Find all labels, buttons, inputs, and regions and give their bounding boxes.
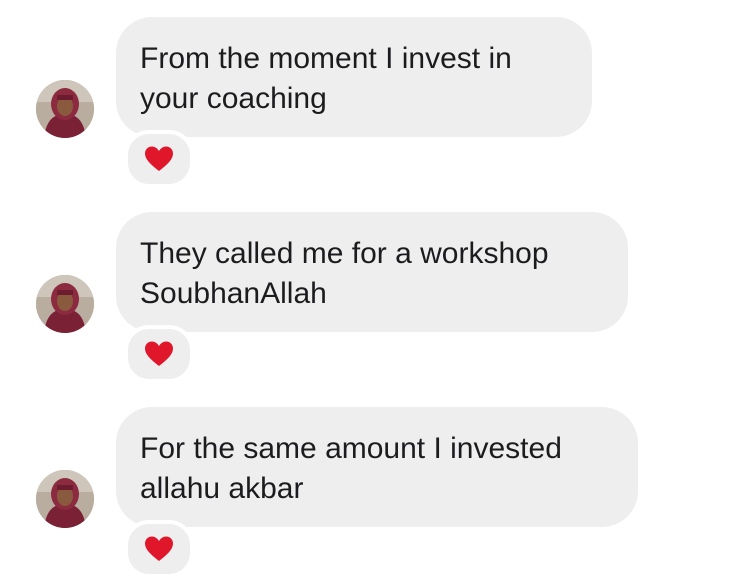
message-text-line: From the moment I invest in (140, 42, 512, 75)
avatar[interactable] (36, 275, 94, 333)
reaction-badge[interactable] (124, 130, 194, 188)
message-text-line: SoubhanAllah (140, 277, 327, 310)
message-bubble[interactable]: They called me for a workshop SoubhanAll… (116, 212, 628, 332)
avatar[interactable] (36, 80, 94, 138)
message-text-line: They called me for a workshop (140, 237, 549, 270)
reaction-badge[interactable] (124, 520, 194, 578)
message-bubble[interactable]: From the moment I invest in your coachin… (116, 17, 592, 137)
avatar[interactable] (36, 470, 94, 528)
heart-icon (145, 341, 173, 366)
avatar-image (36, 470, 94, 528)
reaction-badge[interactable] (124, 325, 194, 383)
avatar-image (36, 275, 94, 333)
message-text-line: your coaching (140, 82, 327, 115)
message-text-line: allahu akbar (140, 472, 304, 505)
heart-icon (145, 146, 173, 171)
heart-icon (145, 536, 173, 561)
message-text-line: For the same amount I invested (140, 432, 562, 465)
avatar-image (36, 80, 94, 138)
message-bubble[interactable]: For the same amount I invested allahu ak… (116, 407, 638, 527)
